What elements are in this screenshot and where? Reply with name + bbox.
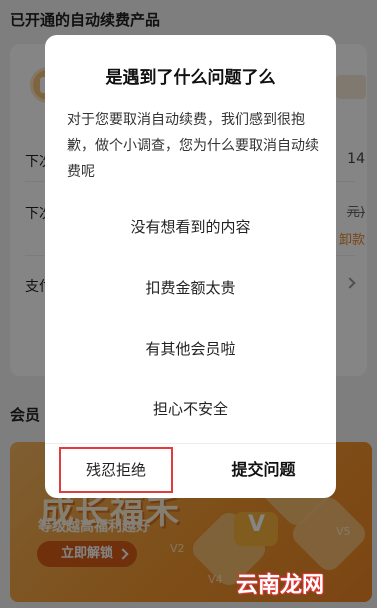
- refuse-button[interactable]: 残忍拒绝: [59, 447, 173, 493]
- watermark-logo: 云南龙网: [236, 572, 325, 598]
- dialog-title: 是遇到了什么问题了么: [105, 68, 276, 88]
- cancel-survey-dialog: 是遇到了什么问题了么 对于您要取消自动续费，我们感到很抱歉，做个小调查，您为什么…: [45, 35, 336, 498]
- survey-option[interactable]: 担心不安全: [45, 379, 336, 439]
- submit-button[interactable]: 提交问题: [191, 447, 336, 493]
- footer-divider: [45, 443, 336, 444]
- dialog-description: 对于您要取消自动续费，我们感到很抱歉，做个小调查，您为什么要取消自动续费呢: [67, 112, 319, 180]
- survey-option[interactable]: 扣费金额太贵: [45, 258, 336, 318]
- survey-option[interactable]: 没有想看到的内容: [45, 197, 336, 257]
- survey-option[interactable]: 有其他会员啦: [45, 319, 336, 379]
